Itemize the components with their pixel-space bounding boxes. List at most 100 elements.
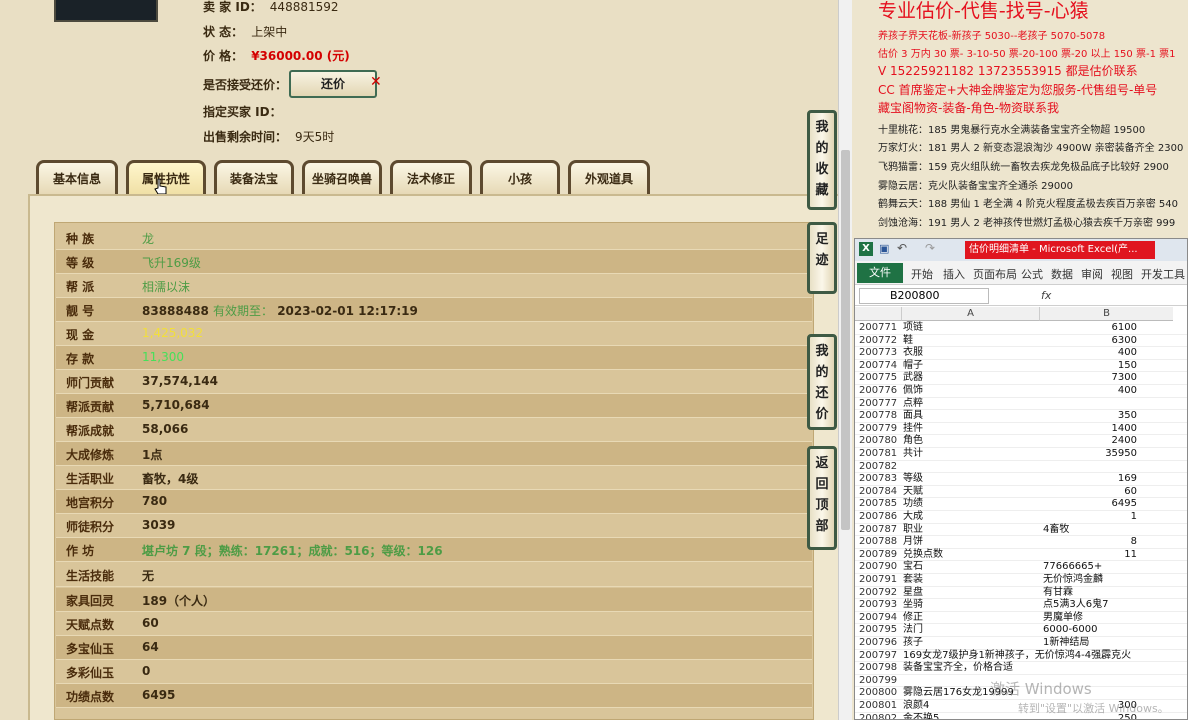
cell-b[interactable]: 60 [1041, 486, 1137, 499]
my-counter-offers-button[interactable]: 我的还价 [807, 334, 837, 430]
tab-appearance[interactable]: 外观道具 [568, 160, 650, 194]
cell-b[interactable]: 7300 [1041, 372, 1137, 385]
redo-icon[interactable]: ↷ [925, 241, 935, 255]
sheet-row[interactable]: 200797 169女龙7级护身1新神孩子，无价惊鸿4-4强霹克火 [855, 650, 1187, 663]
cell-a[interactable]: 装备宝宝齐全，价格合适 [903, 662, 1013, 675]
sheet-row[interactable]: 200776 佩饰 400 [855, 385, 1187, 398]
sheet-row[interactable]: 200785 功绩 6495 [855, 498, 1187, 511]
cell-a[interactable]: 大成 [903, 511, 923, 524]
sheet-row[interactable]: 200796 孩子 1新神结局 [855, 637, 1187, 650]
cell-a[interactable]: 项链 [903, 322, 923, 335]
cell-b[interactable]: 350 [1041, 410, 1137, 423]
sheet-row[interactable]: 200786 大成 1 [855, 511, 1187, 524]
cell-a[interactable]: 武器 [903, 372, 923, 385]
cell-a[interactable]: 修正 [903, 612, 923, 625]
cell-b[interactable]: 男魔单修 [1043, 612, 1083, 625]
fx-icon[interactable]: fx [1041, 289, 1051, 302]
column-header-a[interactable]: A [901, 307, 1039, 321]
cell-a[interactable]: 月饼 [903, 536, 923, 549]
cell-a[interactable]: 面具 [903, 410, 923, 423]
undo-icon[interactable]: ↶ [897, 241, 907, 255]
cell-b[interactable]: 1 [1041, 511, 1137, 524]
counter-offer-button[interactable]: 还价 [289, 70, 377, 98]
sheet-row[interactable]: 200777 点粹 [855, 398, 1187, 411]
page-scrollbar[interactable] [838, 0, 852, 720]
cell-a[interactable]: 鞋 [903, 335, 913, 348]
cell-b[interactable]: 400 [1041, 385, 1137, 398]
column-header-b[interactable]: B [1039, 307, 1173, 321]
cell-a[interactable]: 点粹 [903, 398, 923, 411]
cell-a[interactable]: 挂件 [903, 423, 923, 436]
cell-a[interactable]: 职业 [903, 524, 923, 537]
scrollbar-thumb[interactable] [841, 150, 850, 530]
cell-a[interactable]: 坐骑 [903, 599, 923, 612]
cell-b[interactable]: 1新神结局 [1043, 637, 1089, 650]
cell-b[interactable]: 4畜牧 [1043, 524, 1069, 537]
cell-a[interactable]: 衣服 [903, 347, 923, 360]
sheet-row[interactable]: 200781 共计 35950 [855, 448, 1187, 461]
sheet-row[interactable]: 200779 挂件 1400 [855, 423, 1187, 436]
tab-developer[interactable]: 开发工具 [1141, 266, 1185, 282]
tab-page-layout[interactable]: 页面布局 [973, 266, 1017, 282]
footprints-button[interactable]: 足迹 [807, 222, 837, 294]
sheet-row[interactable]: 200780 角色 2400 [855, 435, 1187, 448]
my-favorites-button[interactable]: 我的收藏 [807, 110, 837, 210]
cell-b[interactable]: 11 [1041, 549, 1137, 562]
cell-a[interactable]: 法门 [903, 624, 923, 637]
cell-b[interactable]: 400 [1041, 347, 1137, 360]
tab-file[interactable]: 文件 [857, 263, 903, 283]
tab-formulas[interactable]: 公式 [1021, 266, 1043, 282]
cell-b[interactable]: 35950 [1041, 448, 1137, 461]
cell-a[interactable]: 套装 [903, 574, 923, 587]
cell-a[interactable]: 星盘 [903, 587, 923, 600]
tab-view[interactable]: 视图 [1111, 266, 1133, 282]
cell-b[interactable]: 169 [1041, 473, 1137, 486]
sheet-row[interactable]: 200784 天赋 60 [855, 486, 1187, 499]
sheet-row[interactable]: 200778 面具 350 [855, 410, 1187, 423]
tab-kids[interactable]: 小孩 [480, 160, 560, 194]
cell-a[interactable]: 天赋 [903, 486, 923, 499]
save-icon[interactable]: ▣ [879, 242, 889, 255]
sheet-row[interactable]: 200795 法门 6000-6000 [855, 624, 1187, 637]
tab-spells[interactable]: 法术修正 [390, 160, 472, 194]
sheet-row[interactable]: 200793 坐骑 点5满3人6鬼7 [855, 599, 1187, 612]
sheet-row[interactable]: 200798 装备宝宝齐全，价格合适 [855, 662, 1187, 675]
cell-b[interactable]: 6300 [1041, 335, 1137, 348]
sheet-row[interactable]: 200788 月饼 8 [855, 536, 1187, 549]
tab-basic[interactable]: 基本信息 [36, 160, 118, 194]
sheet-row[interactable]: 200774 帽子 150 [855, 360, 1187, 373]
cell-a[interactable]: 金不换5 [903, 713, 939, 719]
tab-home[interactable]: 开始 [911, 266, 933, 282]
cell-b[interactable]: 有甘霖 [1043, 587, 1073, 600]
cell-b[interactable]: 8 [1041, 536, 1137, 549]
select-all-corner[interactable] [855, 307, 901, 321]
cell-a[interactable]: 角色 [903, 435, 923, 448]
sheet-row[interactable]: 200773 衣服 400 [855, 347, 1187, 360]
cell-a[interactable]: 共计 [903, 448, 923, 461]
cell-b[interactable]: 77666665+ [1043, 561, 1102, 574]
sheet-row[interactable]: 200782 [855, 461, 1187, 474]
cell-b[interactable]: 无价惊鸿金麟 [1043, 574, 1103, 587]
sheet-row[interactable]: 200771 项链 6100 [855, 322, 1187, 335]
cell-a[interactable]: 宝石 [903, 561, 923, 574]
cell-a[interactable]: 功绩 [903, 498, 923, 511]
sheet-row[interactable]: 200794 修正 男魔单修 [855, 612, 1187, 625]
tab-data[interactable]: 数据 [1051, 266, 1073, 282]
tab-insert[interactable]: 插入 [943, 266, 965, 282]
sheet-row[interactable]: 200775 武器 7300 [855, 372, 1187, 385]
cell-a[interactable]: 兑换点数 [903, 549, 943, 562]
cell-a[interactable]: 孩子 [903, 637, 923, 650]
sheet-row[interactable]: 200792 星盘 有甘霖 [855, 587, 1187, 600]
back-to-top-button[interactable]: 返回顶部 [807, 446, 837, 550]
cell-a[interactable]: 169女龙7级护身1新神孩子，无价惊鸿4-4强霹克火 [903, 650, 1131, 663]
cell-a[interactable]: 帽子 [903, 360, 923, 373]
name-box[interactable]: B200800 [859, 288, 989, 304]
sheet-row[interactable]: 200790 宝石 77666665+ [855, 561, 1187, 574]
cell-b[interactable]: 6495 [1041, 498, 1137, 511]
sheet-row[interactable]: 200789 兑换点数 11 [855, 549, 1187, 562]
cell-a[interactable]: 佩饰 [903, 385, 923, 398]
sheet-row[interactable]: 200787 职业 4畜牧 [855, 524, 1187, 537]
cell-a[interactable]: 等级 [903, 473, 923, 486]
cell-b[interactable]: 6000-6000 [1043, 624, 1098, 637]
tab-equipment[interactable]: 装备法宝 [214, 160, 294, 194]
